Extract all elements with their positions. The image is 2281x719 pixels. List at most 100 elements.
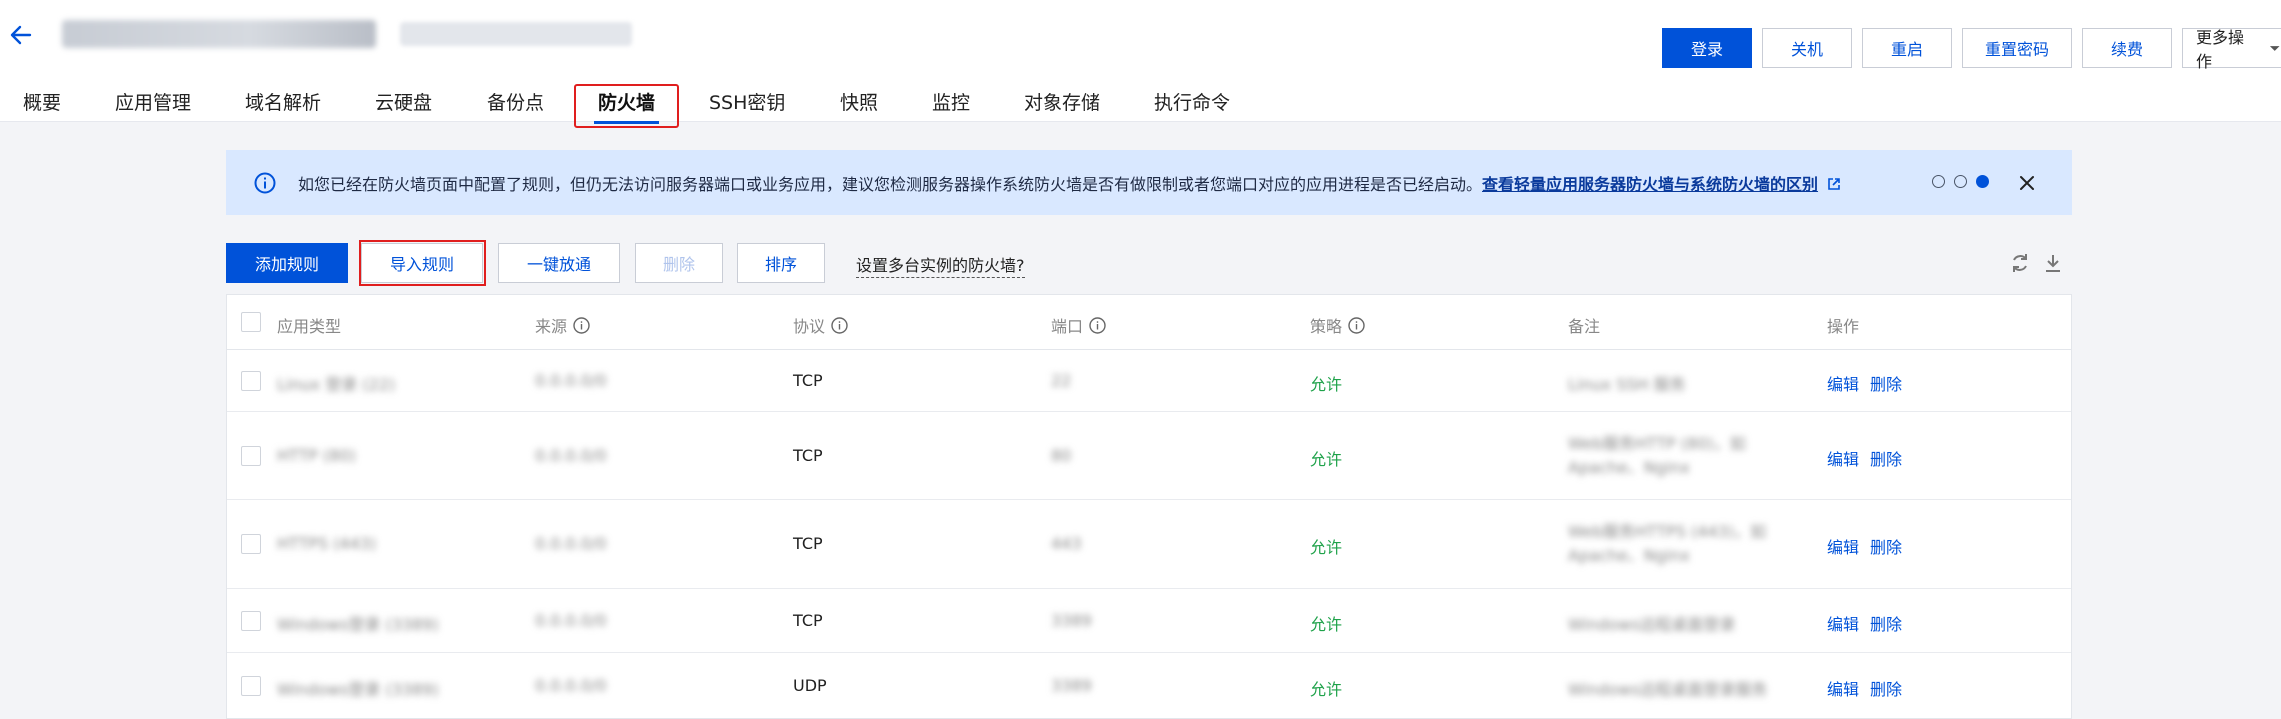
- import-rules-button[interactable]: 导入规则: [361, 243, 483, 283]
- info-icon[interactable]: [573, 316, 590, 334]
- column-operation: 操作: [1827, 317, 1860, 336]
- row-checkbox[interactable]: [241, 534, 261, 554]
- tab-run-command[interactable]: 执行命令: [1154, 84, 1230, 119]
- cell-policy: 允许: [1310, 375, 1343, 394]
- refresh-icon[interactable]: [2008, 251, 2032, 275]
- info-icon[interactable]: [1348, 316, 1365, 334]
- restart-button[interactable]: 重启: [1862, 28, 1952, 68]
- instance-name: [62, 20, 376, 48]
- info-icon: [254, 172, 276, 194]
- firewall-toolbar: 添加规则 导入规则 一键放通 删除 排序 设置多台实例的防火墙?: [226, 243, 2072, 283]
- table-row: HTTP (80) 0.0.0.0/0 TCP 80 允许 Web服务HTTP …: [227, 412, 2071, 500]
- more-actions-dropdown[interactable]: 更多操作: [2182, 28, 2281, 71]
- column-port: 端口: [1051, 313, 1106, 337]
- tab-overview[interactable]: 概要: [23, 84, 61, 119]
- pagination-dot[interactable]: [1932, 175, 1945, 188]
- cell-remark: Windows远程桌面登录: [1568, 615, 1736, 634]
- cell-policy: 允许: [1310, 450, 1343, 469]
- edit-link[interactable]: 编辑: [1827, 446, 1859, 470]
- cell-app-type: Windows登录 (3389): [277, 680, 439, 699]
- tab-cloud-disk[interactable]: 云硬盘: [375, 84, 432, 119]
- notice-message: 如您已经在防火墙页面中配置了规则，但仍无法访问服务器端口或业务应用，建议您检测服…: [298, 175, 1483, 194]
- pagination-dot-active[interactable]: [1976, 175, 1989, 188]
- cell-policy: 允许: [1310, 615, 1343, 634]
- tab-monitor[interactable]: 监控: [932, 84, 970, 119]
- cell-source: 0.0.0.0/0: [535, 534, 607, 553]
- back-arrow-icon[interactable]: [4, 18, 38, 52]
- column-policy: 策略: [1310, 313, 1365, 337]
- table-row: Windows登录 (3389) 0.0.0.0/0 TCP 3389 允许 W…: [227, 589, 2071, 653]
- info-icon[interactable]: [831, 316, 848, 334]
- external-link-icon[interactable]: [1827, 177, 1841, 191]
- column-app-type: 应用类型: [277, 317, 342, 336]
- cell-source: 0.0.0.0/0: [535, 371, 607, 390]
- delete-link[interactable]: 删除: [1870, 676, 1902, 700]
- instance-actions: 登录 关机 重启 重置密码 续费 更多操作: [1662, 28, 2281, 71]
- cell-policy: 允许: [1310, 680, 1343, 699]
- column-remark: 备注: [1568, 317, 1601, 336]
- table-row: HTTPS (443) 0.0.0.0/0 TCP 443 允许 Web服务HT…: [227, 500, 2071, 589]
- edit-link[interactable]: 编辑: [1827, 676, 1859, 700]
- cell-protocol: TCP: [793, 446, 823, 465]
- cell-app-type: HTTP (80): [277, 446, 356, 465]
- tab-dns[interactable]: 域名解析: [245, 84, 321, 119]
- tab-object-storage[interactable]: 对象存储: [1024, 84, 1100, 119]
- cell-source: 0.0.0.0/0: [535, 446, 607, 465]
- tab-firewall[interactable]: 防火墙: [593, 84, 660, 124]
- cell-app-type: Windows登录 (3389): [277, 615, 439, 634]
- row-checkbox[interactable]: [241, 371, 261, 391]
- edit-link[interactable]: 编辑: [1827, 534, 1859, 558]
- one-click-allow-button[interactable]: 一键放通: [498, 243, 620, 283]
- edit-link[interactable]: 编辑: [1827, 611, 1859, 635]
- delete-link[interactable]: 删除: [1870, 446, 1902, 470]
- column-source: 来源: [535, 313, 590, 337]
- tab-app-management[interactable]: 应用管理: [115, 84, 191, 119]
- firewall-rules-table: 应用类型 来源 协议 端口 策略 备注 操作 Linux 登录 (22) 0.0…: [226, 294, 2072, 719]
- tab-ssh-key[interactable]: SSH密钥: [709, 84, 785, 119]
- page-header: 登录 关机 重启 重置密码 续费 更多操作 概要 应用管理 域名解析 云硬盘 备…: [0, 0, 2281, 128]
- cell-port: 80: [1051, 446, 1072, 465]
- tab-snapshot[interactable]: 快照: [840, 84, 878, 119]
- info-icon[interactable]: [1089, 316, 1106, 334]
- cell-source: 0.0.0.0/0: [535, 676, 607, 695]
- cell-source: 0.0.0.0/0: [535, 611, 607, 630]
- cell-policy: 允许: [1310, 538, 1343, 557]
- column-protocol: 协议: [793, 313, 848, 337]
- notice-text: 如您已经在防火墙页面中配置了规则，但仍无法访问服务器端口或业务应用，建议您检测服…: [298, 171, 1841, 195]
- delete-link[interactable]: 删除: [1870, 611, 1902, 635]
- add-rule-button[interactable]: 添加规则: [226, 243, 348, 283]
- row-checkbox[interactable]: [241, 446, 261, 466]
- cell-app-type: HTTPS (443): [277, 534, 377, 553]
- firewall-notice: 如您已经在防火墙页面中配置了规则，但仍无法访问服务器端口或业务应用，建议您检测服…: [226, 150, 2072, 215]
- pagination-dot[interactable]: [1954, 175, 1967, 188]
- select-all-checkbox[interactable]: [241, 312, 261, 332]
- cell-port: 3389: [1051, 676, 1092, 695]
- chevron-down-icon: [2269, 46, 2280, 51]
- cell-app-type: Linux 登录 (22): [277, 375, 396, 394]
- row-checkbox[interactable]: [241, 676, 261, 696]
- sort-button[interactable]: 排序: [737, 243, 825, 283]
- more-actions-label: 更多操作: [2196, 28, 2245, 71]
- cell-protocol: UDP: [793, 676, 827, 695]
- delete-link[interactable]: 删除: [1870, 371, 1902, 395]
- download-icon[interactable]: [2041, 251, 2065, 275]
- table-row: Windows登录 (3389) 0.0.0.0/0 UDP 3389 允许 W…: [227, 653, 2071, 718]
- multi-instance-firewall-link[interactable]: 设置多台实例的防火墙?: [856, 252, 1025, 278]
- cell-remark: Linux SSH 服务: [1568, 375, 1686, 394]
- login-button[interactable]: 登录: [1662, 28, 1752, 68]
- shutdown-button[interactable]: 关机: [1762, 28, 1852, 68]
- table-row: Linux 登录 (22) 0.0.0.0/0 TCP 22 允许 Linux …: [227, 350, 2071, 412]
- firewall-difference-link[interactable]: 查看轻量应用服务器防火墙与系统防火墙的区别: [1482, 175, 1818, 194]
- table-header: 应用类型 来源 协议 端口 策略 备注 操作: [227, 295, 2071, 350]
- delete-button: 删除: [635, 243, 723, 283]
- cell-remark: Web服务HTTP (80)，如 Apache、Nginx: [1568, 434, 1746, 477]
- delete-link[interactable]: 删除: [1870, 534, 1902, 558]
- renew-button[interactable]: 续费: [2082, 28, 2172, 68]
- reset-password-button[interactable]: 重置密码: [1962, 28, 2072, 68]
- cell-protocol: TCP: [793, 611, 823, 630]
- edit-link[interactable]: 编辑: [1827, 371, 1859, 395]
- close-icon[interactable]: [2010, 166, 2044, 200]
- cell-port: 22: [1051, 371, 1072, 390]
- row-checkbox[interactable]: [241, 611, 261, 631]
- tab-backup[interactable]: 备份点: [487, 84, 544, 119]
